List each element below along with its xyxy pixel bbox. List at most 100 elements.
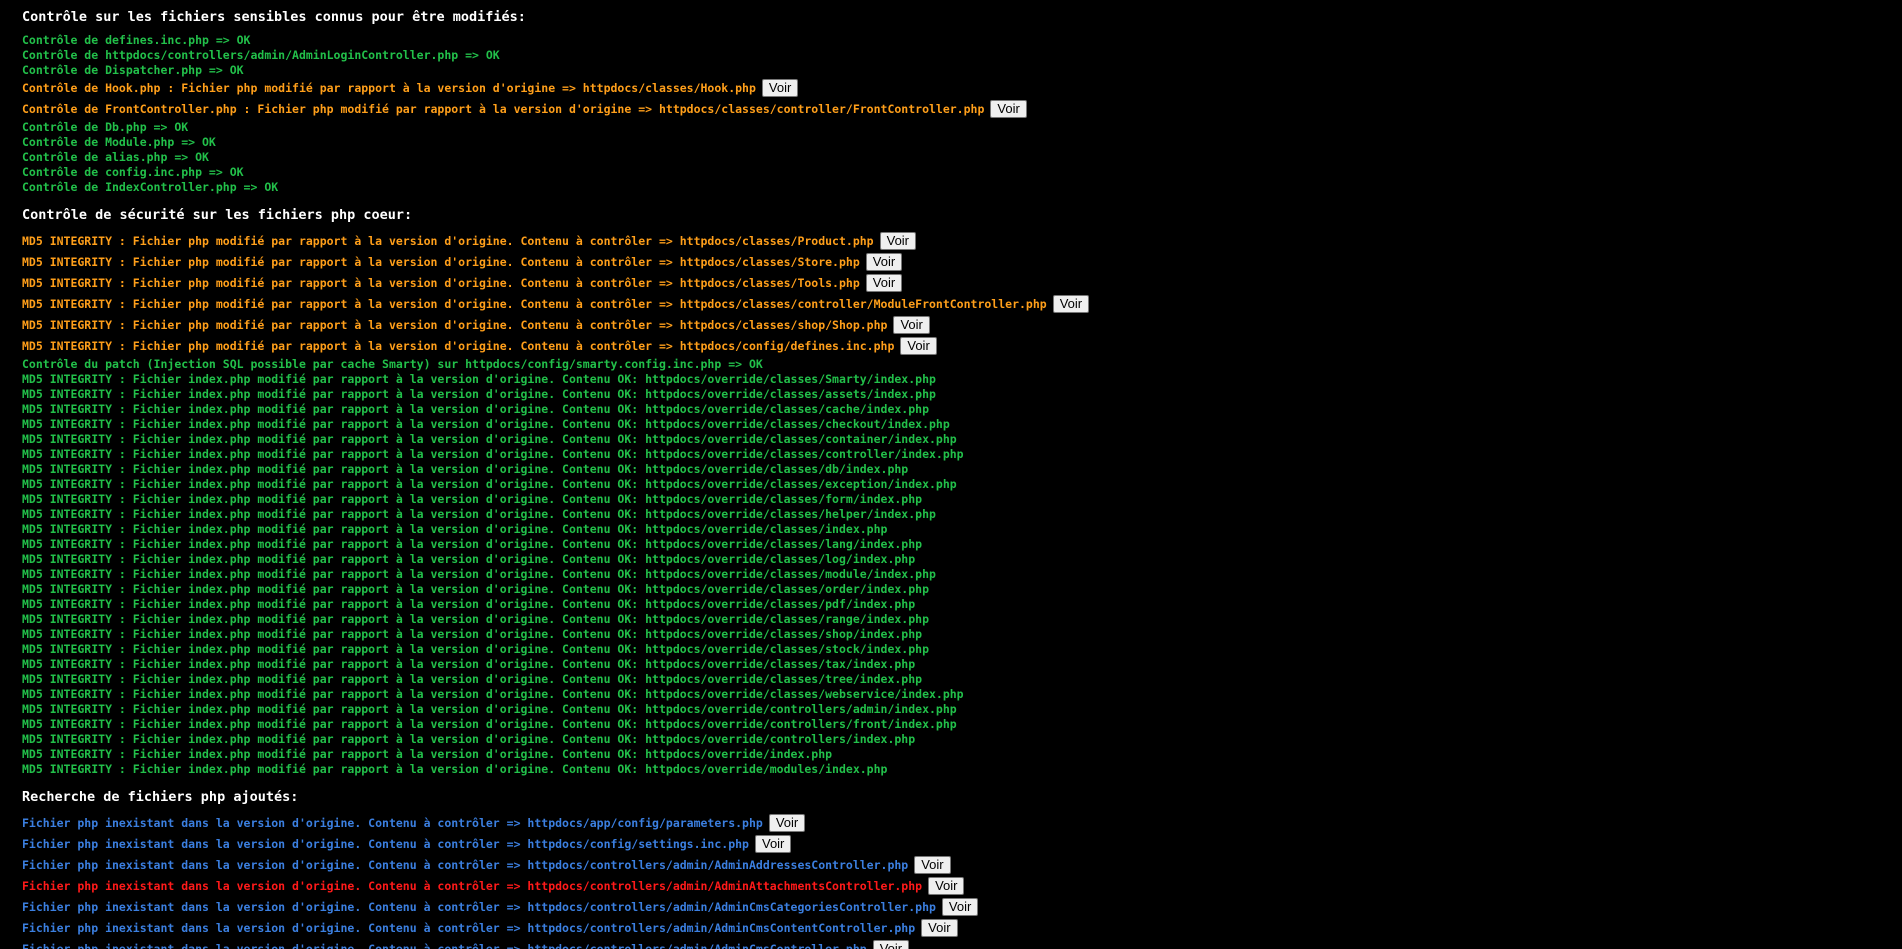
result-line: MD5 INTEGRITY : Fichier index.php modifi… bbox=[22, 492, 1902, 507]
report-section: Recherche de fichiers php ajoutés: Fichie… bbox=[22, 789, 1902, 949]
result-text: MD5 INTEGRITY : Fichier index.php modifi… bbox=[22, 417, 950, 431]
result-text: Fichier php inexistant dans la version d… bbox=[22, 837, 749, 851]
result-line: Fichier php inexistant dans la version d… bbox=[22, 939, 1902, 949]
result-text: MD5 INTEGRITY : Fichier index.php modifi… bbox=[22, 537, 923, 551]
view-file-button[interactable]: Voir bbox=[928, 876, 965, 895]
result-line: MD5 INTEGRITY : Fichier index.php modifi… bbox=[22, 522, 1902, 537]
section-heading: Contrôle de sécurité sur les fichiers ph… bbox=[22, 207, 413, 223]
result-line: MD5 INTEGRITY : Fichier index.php modifi… bbox=[22, 597, 1902, 612]
result-text: MD5 INTEGRITY : Fichier index.php modifi… bbox=[22, 567, 936, 581]
result-line: Contrôle de config.inc.php => OK bbox=[22, 165, 1902, 180]
result-line: MD5 INTEGRITY : Fichier php modifié par … bbox=[22, 336, 1902, 357]
result-line: MD5 INTEGRITY : Fichier index.php modifi… bbox=[22, 762, 1902, 777]
result-line: MD5 INTEGRITY : Fichier index.php modifi… bbox=[22, 702, 1902, 717]
result-text: MD5 INTEGRITY : Fichier index.php modifi… bbox=[22, 387, 936, 401]
result-line: MD5 INTEGRITY : Fichier index.php modifi… bbox=[22, 507, 1902, 522]
result-line: MD5 INTEGRITY : Fichier index.php modifi… bbox=[22, 567, 1902, 582]
result-line: MD5 INTEGRITY : Fichier php modifié par … bbox=[22, 315, 1902, 336]
section-heading: Contrôle sur les fichiers sensibles conn… bbox=[22, 9, 526, 25]
view-file-button[interactable]: Voir bbox=[914, 855, 951, 874]
result-line: MD5 INTEGRITY : Fichier index.php modifi… bbox=[22, 627, 1902, 642]
result-text: MD5 INTEGRITY : Fichier index.php modifi… bbox=[22, 477, 957, 491]
result-text: Fichier php inexistant dans la version d… bbox=[22, 858, 909, 872]
result-line: Contrôle de Dispatcher.php => OK bbox=[22, 63, 1902, 78]
result-text: Fichier php inexistant dans la version d… bbox=[22, 942, 867, 949]
result-line: MD5 INTEGRITY : Fichier index.php modifi… bbox=[22, 402, 1902, 417]
result-line: MD5 INTEGRITY : Fichier index.php modifi… bbox=[22, 372, 1902, 387]
result-line: Contrôle de Hook.php : Fichier php modif… bbox=[22, 78, 1902, 99]
report-section: Contrôle de sécurité sur les fichiers ph… bbox=[22, 207, 1902, 777]
result-text: MD5 INTEGRITY : Fichier php modifié par … bbox=[22, 255, 860, 269]
result-text: MD5 INTEGRITY : Fichier index.php modifi… bbox=[22, 612, 929, 626]
result-text: MD5 INTEGRITY : Fichier index.php modifi… bbox=[22, 642, 929, 656]
view-file-button[interactable]: Voir bbox=[941, 897, 979, 916]
result-list: Contrôle de defines.inc.php => OK Contrôl… bbox=[22, 33, 1902, 195]
result-line: MD5 INTEGRITY : Fichier index.php modifi… bbox=[22, 612, 1902, 627]
view-file-button[interactable]: Voir bbox=[754, 834, 792, 853]
result-text: MD5 INTEGRITY : Fichier index.php modifi… bbox=[22, 432, 957, 446]
view-file-button[interactable]: Voir bbox=[921, 918, 958, 937]
result-line: MD5 INTEGRITY : Fichier index.php modifi… bbox=[22, 582, 1902, 597]
view-file-button[interactable]: Voir bbox=[900, 336, 937, 355]
result-line: MD5 INTEGRITY : Fichier index.php modifi… bbox=[22, 387, 1902, 402]
view-file-button[interactable]: Voir bbox=[761, 78, 799, 97]
result-line: Contrôle de alias.php => OK bbox=[22, 150, 1902, 165]
result-line: MD5 INTEGRITY : Fichier index.php modifi… bbox=[22, 447, 1902, 462]
result-text: Contrôle de Db.php => OK bbox=[22, 120, 189, 134]
result-text: MD5 INTEGRITY : Fichier php modifié par … bbox=[22, 234, 874, 248]
result-line: Fichier php inexistant dans la version d… bbox=[22, 897, 1902, 918]
view-file-button[interactable]: Voir bbox=[1052, 294, 1090, 313]
result-text: MD5 INTEGRITY : Fichier index.php modifi… bbox=[22, 372, 936, 386]
result-line: MD5 INTEGRITY : Fichier index.php modifi… bbox=[22, 687, 1902, 702]
result-line: Fichier php inexistant dans la version d… bbox=[22, 918, 1902, 939]
result-text: MD5 INTEGRITY : Fichier index.php modifi… bbox=[22, 732, 916, 746]
view-file-button[interactable]: Voir bbox=[879, 231, 917, 250]
result-text: MD5 INTEGRITY : Fichier index.php modifi… bbox=[22, 687, 964, 701]
result-line: MD5 INTEGRITY : Fichier index.php modifi… bbox=[22, 432, 1902, 447]
result-text: MD5 INTEGRITY : Fichier index.php modifi… bbox=[22, 717, 957, 731]
result-text: Contrôle de config.inc.php => OK bbox=[22, 165, 244, 179]
security-report: Contrôle sur les fichiers sensibles conn… bbox=[0, 0, 1902, 949]
report-section: Contrôle sur les fichiers sensibles conn… bbox=[22, 9, 1902, 195]
result-text: Contrôle de httpdocs/controllers/admin/A… bbox=[22, 48, 500, 62]
view-file-button[interactable]: Voir bbox=[872, 939, 910, 949]
result-text: MD5 INTEGRITY : Fichier php modifié par … bbox=[22, 276, 860, 290]
result-line: Contrôle de httpdocs/controllers/admin/A… bbox=[22, 48, 1902, 63]
result-text: MD5 INTEGRITY : Fichier index.php modifi… bbox=[22, 657, 916, 671]
view-file-button[interactable]: Voir bbox=[768, 813, 806, 832]
view-file-button[interactable]: Voir bbox=[865, 252, 903, 271]
result-line: MD5 INTEGRITY : Fichier index.php modifi… bbox=[22, 417, 1902, 432]
result-line: Fichier php inexistant dans la version d… bbox=[22, 855, 1902, 876]
result-line: Fichier php inexistant dans la version d… bbox=[22, 876, 1902, 897]
result-text: MD5 INTEGRITY : Fichier index.php modifi… bbox=[22, 507, 936, 521]
result-text: MD5 INTEGRITY : Fichier index.php modifi… bbox=[22, 597, 916, 611]
result-line: Contrôle de Module.php => OK bbox=[22, 135, 1902, 150]
result-line: MD5 INTEGRITY : Fichier index.php modifi… bbox=[22, 462, 1902, 477]
result-line: MD5 INTEGRITY : Fichier php modifié par … bbox=[22, 231, 1902, 252]
result-text: MD5 INTEGRITY : Fichier index.php modifi… bbox=[22, 762, 888, 776]
result-line: MD5 INTEGRITY : Fichier php modifié par … bbox=[22, 294, 1902, 315]
result-text: MD5 INTEGRITY : Fichier index.php modifi… bbox=[22, 522, 888, 536]
result-line: MD5 INTEGRITY : Fichier index.php modifi… bbox=[22, 732, 1902, 747]
view-file-button[interactable]: Voir bbox=[865, 273, 903, 292]
result-text: MD5 INTEGRITY : Fichier php modifié par … bbox=[22, 297, 1047, 311]
result-text: MD5 INTEGRITY : Fichier index.php modifi… bbox=[22, 402, 929, 416]
result-text: Contrôle de IndexController.php => OK bbox=[22, 180, 279, 194]
result-text: Fichier php inexistant dans la version d… bbox=[22, 921, 916, 935]
result-text: MD5 INTEGRITY : Fichier index.php modifi… bbox=[22, 672, 923, 686]
result-line: Contrôle de Db.php => OK bbox=[22, 120, 1902, 135]
result-text: Fichier php inexistant dans la version d… bbox=[22, 816, 763, 830]
result-line: MD5 INTEGRITY : Fichier index.php modifi… bbox=[22, 672, 1902, 687]
view-file-button[interactable]: Voir bbox=[893, 315, 930, 334]
result-text: MD5 INTEGRITY : Fichier index.php modifi… bbox=[22, 582, 929, 596]
result-line: MD5 INTEGRITY : Fichier index.php modifi… bbox=[22, 477, 1902, 492]
result-text: Contrôle de Hook.php : Fichier php modif… bbox=[22, 81, 756, 95]
result-line: MD5 INTEGRITY : Fichier index.php modifi… bbox=[22, 717, 1902, 732]
section-heading: Recherche de fichiers php ajoutés: bbox=[22, 789, 299, 805]
view-file-button[interactable]: Voir bbox=[990, 99, 1027, 118]
result-text: MD5 INTEGRITY : Fichier index.php modifi… bbox=[22, 552, 916, 566]
result-line: MD5 INTEGRITY : Fichier index.php modifi… bbox=[22, 537, 1902, 552]
result-line: MD5 INTEGRITY : Fichier index.php modifi… bbox=[22, 747, 1902, 762]
result-text: Fichier php inexistant dans la version d… bbox=[22, 879, 923, 893]
result-line: Fichier php inexistant dans la version d… bbox=[22, 834, 1902, 855]
